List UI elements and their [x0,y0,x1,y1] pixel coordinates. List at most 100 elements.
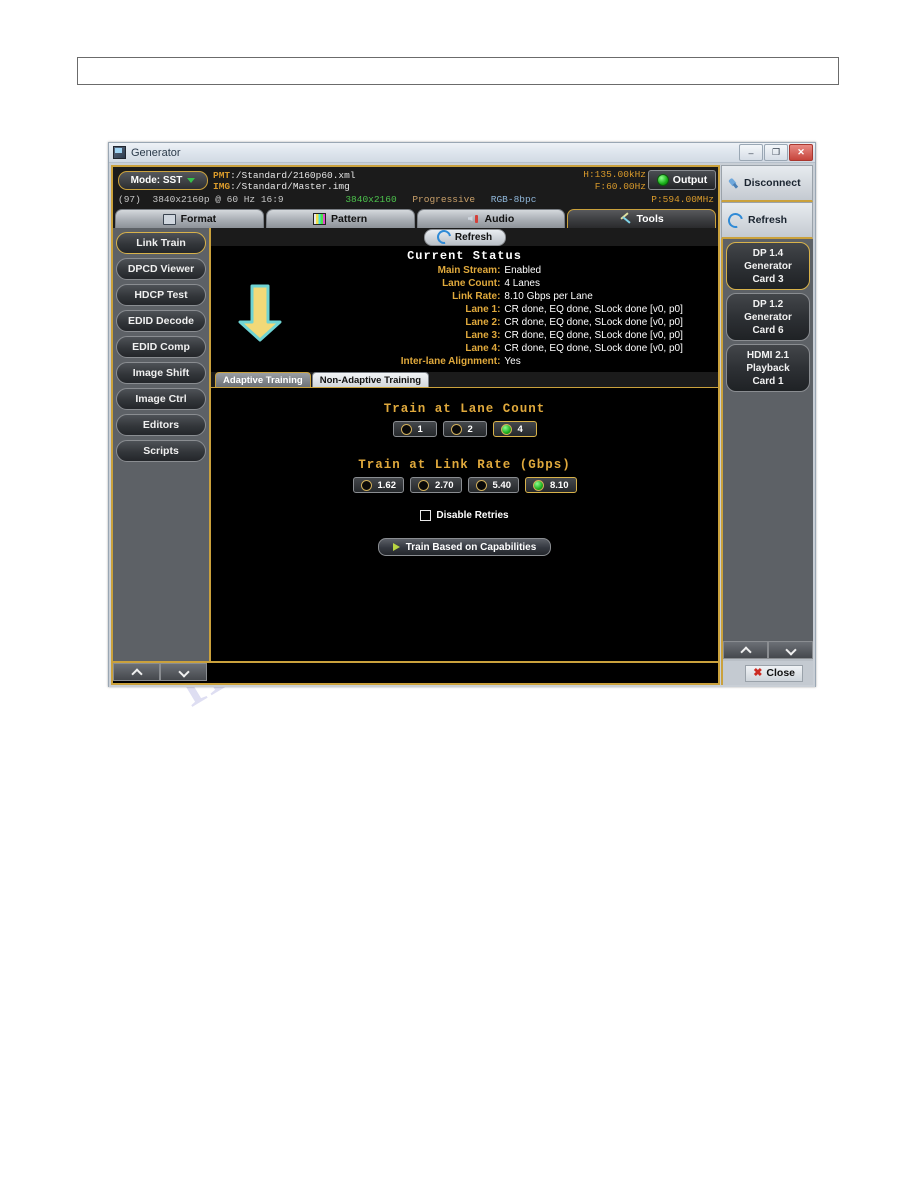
close-window-button[interactable]: ✕ [789,144,813,161]
status-row: Lane Count: 4 Lanes [211,277,718,290]
left-column: Mode: SST PMT:/Standard/2160p60.xml IMG:… [111,165,720,685]
sidebar-item-label: DPCD Viewer [127,263,195,275]
sidebar-item-label: HDCP Test [134,289,188,301]
tab-pattern[interactable]: Pattern [265,209,415,228]
disable-retries-label: Disable Retries [436,510,509,521]
pmt-value: :/Standard/2160p60.xml [230,170,356,181]
radio-label: 2.70 [435,479,454,491]
sidebar-item-image-shift[interactable]: Image Shift [116,362,206,384]
close-x-icon: ✖ [753,666,763,679]
sidebar-item-label: EDID Decode [128,315,194,327]
content-row: Link Train DPCD Viewer HDCP Test EDID De… [113,227,718,661]
status-value: CR done, EQ done, SLock done [v0, p0] [504,317,683,328]
radio-link-rate-270[interactable]: 2.70 [410,477,462,493]
radio-lane-count-2[interactable]: 2 [442,421,487,437]
chevron-down-icon [786,646,795,655]
scroll-up-button-right[interactable] [723,641,768,659]
radio-dot-icon [400,423,412,435]
disable-retries-row[interactable]: Disable Retries [211,510,718,521]
radio-dot-icon [475,479,487,491]
radio-label: 8.10 [550,479,569,491]
device-card-dp12-generator[interactable]: DP 1.2 Generator Card 6 [726,293,810,341]
output-led-icon [656,174,669,186]
radio-dot-icon [450,423,462,435]
radio-dot-icon [418,479,429,491]
radio-dot-icon [360,479,372,491]
pattern-icon [313,213,327,225]
radio-label: 5.40 [492,479,512,491]
scroll-down-button-right[interactable] [768,641,813,659]
tools-side-nav: Link Train DPCD Viewer HDCP Test EDID De… [113,228,211,661]
status-row: Lane 2: CR done, EQ done, SLock done [v0… [211,316,718,329]
monitor-icon [162,213,176,225]
status-row: Lane 4: CR done, EQ done, SLock done [v0… [211,342,718,355]
format-resolution: 3840x2160 [345,194,397,205]
sidebar-item-hdcp-test[interactable]: HDCP Test [116,284,206,306]
status-title: Current Status [407,249,522,263]
tab-non-adaptive-training[interactable]: Non-Adaptive Training [311,372,430,387]
img-label: IMG [213,181,231,192]
device-card-dp14-generator[interactable]: DP 1.4 Generator Card 3 [726,242,810,290]
sidebar-item-link-train[interactable]: Link Train [116,232,206,254]
sidebar-item-image-ctrl[interactable]: Image Ctrl [116,388,206,410]
disconnect-button[interactable]: Disconnect [721,165,813,202]
tab-format-label: Format [180,213,217,225]
disable-retries-checkbox[interactable] [420,510,432,521]
scroll-down-button-left[interactable] [160,663,207,681]
refresh-status-button[interactable]: Refresh [423,227,506,247]
status-value: CR done, EQ done, SLock done [v0, p0] [504,330,683,341]
pixel-clock: P:594.00MHz [651,194,714,205]
link-rate-radio-group: 1.62 2.70 5.40 8.10 [211,477,718,493]
link-rate-title: Train at Link Rate (Gbps) [358,458,571,472]
radio-lane-count-1[interactable]: 1 [392,421,437,437]
sidebar-item-label: Image Ctrl [135,393,187,405]
close-button[interactable]: ✖ Close [745,664,803,682]
main-panel: Refresh Current Status Main Stream: Enab… [211,227,718,661]
output-button[interactable]: Output [648,170,716,190]
h-frequency: H:135.00kHz [583,169,646,180]
scroll-up-button-left[interactable] [113,663,160,681]
radio-label: 1.62 [377,479,397,491]
status-row: Link Rate: 8.10 Gbps per Lane [211,290,718,303]
radio-link-rate-810[interactable]: 8.10 [525,477,577,493]
sidebar-item-dpcd-viewer[interactable]: DPCD Viewer [116,258,206,280]
card-line3: Card 3 [752,273,784,285]
device-card-list: DP 1.4 Generator Card 3 DP 1.2 Generator… [721,239,813,641]
minimize-button[interactable]: – [739,144,763,161]
sidebar-item-editors[interactable]: Editors [116,414,206,436]
radio-link-rate-540[interactable]: 5.40 [467,477,519,493]
radio-lane-count-4[interactable]: 4 [492,421,537,437]
refresh-icon [434,227,454,247]
status-row: Lane 1: CR done, EQ done, SLock done [v0… [211,303,718,316]
card-line2: Generator [744,311,792,323]
radio-dot-icon [533,479,544,491]
tab-tools-label: Tools [636,213,664,225]
tab-format[interactable]: Format [115,209,264,228]
tab-tools[interactable]: Tools [567,209,716,228]
left-scroll-bar [113,661,718,683]
chevron-down-icon [187,178,196,183]
down-arrow-callout-icon [238,284,282,342]
mode-dropdown[interactable]: Mode: SST [118,171,208,190]
format-scan: Progressive [412,194,476,205]
train-based-on-capabilities-button[interactable]: Train Based on Capabilities [377,538,552,556]
training-tab-bar: Adaptive Training Non-Adaptive Training [211,372,718,388]
sidebar-item-edid-decode[interactable]: EDID Decode [116,310,206,332]
tab-audio-label: Audio [484,213,515,225]
sidebar-item-label: Scripts [143,445,179,457]
sidebar-item-scripts[interactable]: Scripts [116,440,206,462]
device-card-hdmi21-playback[interactable]: HDMI 2.1 Playback Card 1 [726,344,810,392]
status-value: 8.10 Gbps per Lane [504,291,593,302]
timing-freq-block: H:135.00kHz F:60.00Hz [583,169,646,193]
maximize-button[interactable]: ❐ [764,144,788,161]
tab-adaptive-training[interactable]: Adaptive Training [215,372,311,387]
refresh-bar: Refresh [211,227,718,247]
tab-audio[interactable]: Audio [416,209,566,228]
tab-pattern-label: Pattern [331,213,368,225]
refresh-devices-button[interactable]: Refresh [721,202,813,239]
pmt-path: PMT:/Standard/2160p60.xml [213,170,356,181]
sidebar-item-edid-comp[interactable]: EDID Comp [116,336,206,358]
radio-label: 4 [517,423,523,435]
status-label: Lane 4: [465,343,501,354]
radio-link-rate-162[interactable]: 1.62 [352,477,404,493]
